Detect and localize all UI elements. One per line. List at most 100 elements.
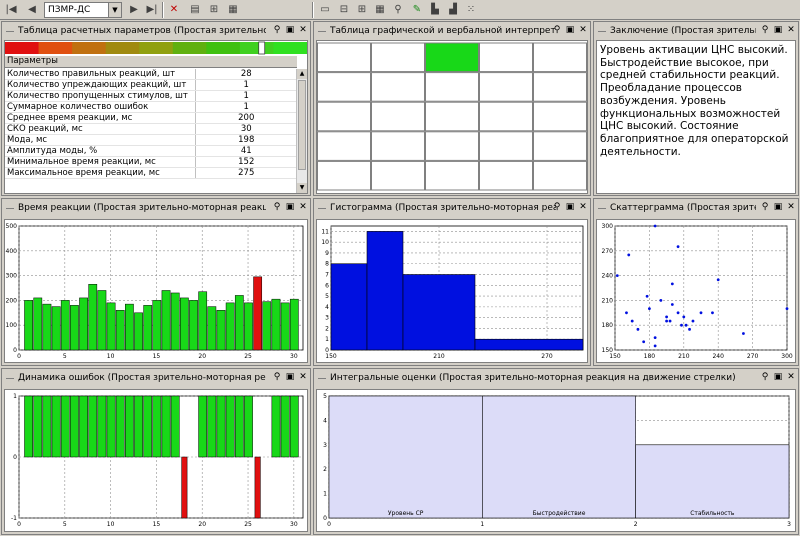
table-icon[interactable]: ▦: [372, 2, 388, 18]
x-tick-label: 0: [17, 353, 21, 360]
drag-grip[interactable]: [6, 378, 14, 379]
filter-icon[interactable]: ⚲: [390, 2, 406, 18]
report-icon[interactable]: ▦: [225, 2, 241, 18]
drag-grip[interactable]: [598, 31, 606, 32]
drag-grip[interactable]: [318, 378, 326, 379]
table-row[interactable]: СКО реакций, мс 30: [5, 123, 297, 136]
close-icon[interactable]: ✕: [298, 202, 308, 213]
bar: [179, 297, 189, 351]
close-icon[interactable]: ✕: [578, 25, 588, 36]
last-icon[interactable]: ▶|: [144, 2, 160, 18]
drag-grip[interactable]: [6, 31, 14, 32]
scroll-up-icon[interactable]: ▲: [297, 69, 307, 79]
print-icon[interactable]: ▤: [187, 2, 203, 18]
maximize-icon[interactable]: ▣: [773, 25, 783, 36]
x-tick-label: 15: [153, 521, 161, 528]
x-tick-label: 210: [433, 353, 445, 360]
scatter-point: [665, 319, 668, 323]
params-scrollbar[interactable]: ▲ ▼: [296, 69, 307, 193]
pin-icon[interactable]: ⚲: [760, 25, 770, 36]
scroll-down-icon[interactable]: ▼: [297, 183, 307, 193]
next-icon[interactable]: ▶: [126, 2, 142, 18]
close-icon[interactable]: ✕: [786, 202, 796, 213]
pen-icon[interactable]: ✎: [409, 2, 425, 18]
table-row[interactable]: Максимальное время реакции, мс 275: [5, 167, 297, 180]
maximize-icon[interactable]: ▣: [773, 372, 783, 383]
error-bar: [42, 395, 52, 458]
x-tick-label: 270: [747, 353, 759, 360]
bar: [253, 276, 263, 351]
bar-chart-icon[interactable]: ▙: [427, 2, 443, 18]
reaction-body: 0 100 200 300 400 500 0 5 10 15 20 25 30: [4, 219, 308, 363]
scatter-point: [688, 327, 691, 331]
prev-icon[interactable]: ◀: [24, 2, 40, 18]
drag-grip[interactable]: [598, 208, 606, 209]
y-tick-label: 240: [602, 273, 614, 280]
x-tick-label: 30: [290, 521, 298, 528]
pin-icon[interactable]: ⚲: [552, 202, 562, 213]
table-row[interactable]: Количество упреждающих реакций, шт 1: [5, 79, 297, 92]
table-row[interactable]: Среднее время реакции, мс 200: [5, 112, 297, 125]
toolbar-separator: [162, 2, 164, 18]
layout-icon[interactable]: ⊟: [336, 2, 352, 18]
maximize-icon[interactable]: ▣: [285, 25, 295, 36]
close-record-icon[interactable]: ✕: [166, 2, 182, 18]
close-icon[interactable]: ✕: [298, 25, 308, 36]
error-bar: [125, 395, 134, 458]
y-tick-label: 1: [13, 393, 17, 400]
toolbar-separator: [312, 2, 314, 18]
drag-grip[interactable]: [318, 208, 326, 209]
scatter-icon[interactable]: ⁙: [463, 2, 479, 18]
table-row[interactable]: Количество правильных реакций, шт 28: [5, 69, 297, 81]
table-row[interactable]: Минимальное время реакции, мс 152: [5, 156, 297, 169]
close-icon[interactable]: ✕: [298, 372, 308, 383]
interp-cell: [371, 72, 425, 102]
y-tick-label: 7: [325, 272, 329, 279]
first-icon[interactable]: |◀: [3, 2, 19, 18]
maximize-icon[interactable]: ▣: [773, 202, 783, 213]
table-row[interactable]: Мода, мс 198: [5, 134, 297, 147]
profile-select[interactable]: ПЗМР-ДС ▼: [44, 2, 122, 18]
histogram-icon[interactable]: ▟: [445, 2, 461, 18]
panel-title-text: Динамика ошибок (Простая зрительно-мотор…: [18, 373, 266, 383]
grid-icon[interactable]: ⊞: [354, 2, 370, 18]
params-body: Параметры Количество правильных реакций,…: [4, 40, 308, 194]
drag-grip[interactable]: [318, 31, 326, 32]
interp-cell: [425, 101, 479, 132]
scroll-thumb[interactable]: [298, 80, 306, 170]
pin-icon[interactable]: ⚲: [760, 202, 770, 213]
pin-icon[interactable]: ⚲: [272, 372, 282, 383]
pin-icon[interactable]: ⚲: [552, 25, 562, 36]
pin-icon[interactable]: ⚲: [760, 372, 770, 383]
x-tick-label: 15: [153, 353, 161, 360]
close-icon[interactable]: ✕: [578, 202, 588, 213]
scatter-point: [670, 282, 674, 286]
x-tick-label: 1: [480, 521, 484, 528]
table-row[interactable]: Суммарное количество ошибок 1: [5, 101, 297, 114]
pin-icon[interactable]: ⚲: [272, 202, 282, 213]
export-icon[interactable]: ⊞: [206, 2, 222, 18]
bar: [134, 312, 143, 351]
close-icon[interactable]: ✕: [786, 372, 796, 383]
bar: [289, 298, 299, 351]
toolbar: |◀ ◀ ПЗМР-ДС ▼ ▶ ▶| ✕ ▤ ⊞ ▦ ▭ ⊟ ⊞ ▦ ⚲ ✎ …: [0, 0, 800, 20]
integral-body: 0 1 2 3 4 5 0 1 2 3 Уровень СР Быстродействие Стабил…: [316, 389, 796, 532]
panel-title-text: Таблица расчетных параметров (Простая зр…: [18, 26, 266, 36]
scatter-point: [668, 319, 672, 323]
scatter-body: 150 180 210 240 270 300 150 180 210 240 270 300: [596, 219, 796, 363]
panel-title-text: Таблица графической и вербальной интерпр…: [330, 26, 556, 36]
pin-icon[interactable]: ⚲: [272, 25, 282, 36]
maximize-icon[interactable]: ▣: [285, 372, 295, 383]
close-icon[interactable]: ✕: [786, 25, 796, 36]
table-row[interactable]: Амплитуда моды, % 41: [5, 145, 297, 158]
x-tick-label: 0: [17, 521, 21, 528]
y-tick-label: 1: [325, 336, 329, 343]
maximize-icon[interactable]: ▣: [285, 202, 295, 213]
window-icon[interactable]: ▭: [317, 2, 333, 18]
panel-title-text: Заключение (Простая зрительн: [610, 26, 756, 36]
bar: [271, 298, 281, 351]
maximize-icon[interactable]: ▣: [565, 25, 575, 36]
table-row[interactable]: Количество пропущенных стимулов, шт 1: [5, 90, 297, 103]
maximize-icon[interactable]: ▣: [565, 202, 575, 213]
drag-grip[interactable]: [6, 208, 14, 209]
